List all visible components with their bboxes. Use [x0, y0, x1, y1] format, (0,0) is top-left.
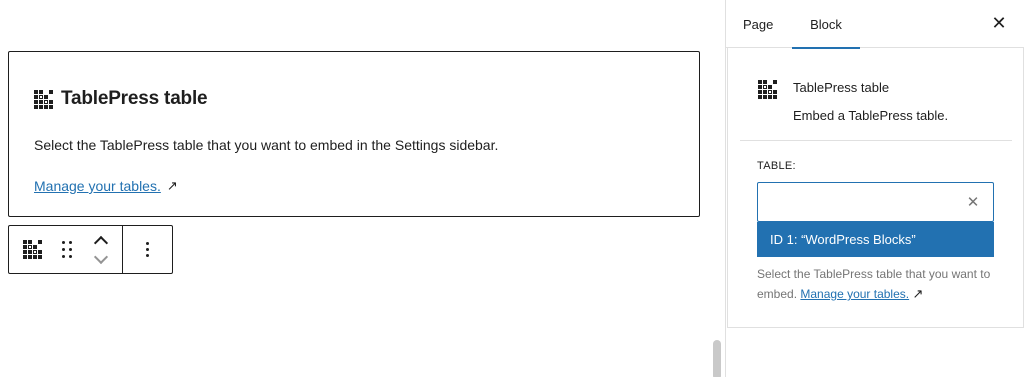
- close-settings-button[interactable]: ✕: [989, 13, 1009, 33]
- tablepress-icon: [758, 80, 777, 128]
- external-link-icon: ↗: [166, 178, 178, 193]
- sidebar-tabs: Page Block ✕: [726, 0, 1024, 49]
- editor-scrollbar-thumb[interactable]: [713, 340, 721, 377]
- clear-selection-button[interactable]: ✕: [963, 192, 983, 212]
- editor-scrollbar-track[interactable]: [710, 0, 725, 377]
- tablepress-block[interactable]: TablePress table Select the TablePress t…: [8, 51, 700, 217]
- manage-tables-link[interactable]: Manage your tables.: [800, 287, 909, 301]
- settings-sidebar: Page Block ✕ TablePress table Embed a Ta…: [725, 0, 1024, 377]
- block-settings-panel: TablePress table Embed a TablePress tabl…: [727, 48, 1024, 328]
- panel-divider: [740, 140, 1012, 141]
- tablepress-icon: [22, 240, 42, 259]
- chevron-down-icon: [93, 249, 109, 264]
- chevron-up-icon: [93, 235, 109, 250]
- editor-screen: TablePress table Select the TablePress t…: [0, 0, 1024, 377]
- table-combobox: ✕: [757, 182, 994, 222]
- block-card-title: TablePress table: [793, 80, 890, 95]
- close-icon: ✕: [966, 194, 980, 211]
- table-suggestion-option[interactable]: ID 1: “WordPress Blocks”: [757, 222, 994, 257]
- table-field-label: TABLE:: [757, 160, 796, 172]
- external-link-icon: ↗: [912, 286, 924, 301]
- block-toolbar-left-group: [9, 226, 123, 273]
- block-card-description: Embed a TablePress table.: [793, 108, 949, 123]
- editor-canvas: TablePress table Select the TablePress t…: [0, 0, 710, 377]
- close-icon: ✕: [991, 12, 1007, 33]
- block-title: TablePress table: [61, 88, 208, 109]
- table-search-input[interactable]: [758, 183, 958, 221]
- move-up-button[interactable]: [93, 234, 109, 250]
- tab-block[interactable]: Block: [792, 0, 860, 49]
- block-card: TablePress table Embed a TablePress tabl…: [758, 76, 948, 128]
- block-toolbar: [8, 225, 173, 274]
- block-manage-row: Manage your tables. ↗: [34, 178, 178, 194]
- options-button[interactable]: [123, 226, 172, 273]
- block-movers: [87, 226, 115, 273]
- drag-handle[interactable]: [47, 226, 87, 273]
- drag-handle-icon: [62, 241, 72, 258]
- table-help-text: Select the TablePress table that you wan…: [757, 264, 997, 304]
- move-down-button[interactable]: [93, 249, 109, 266]
- block-description: Select the TablePress table that you wan…: [34, 137, 499, 153]
- block-placeholder-header: TablePress table: [34, 88, 208, 110]
- more-vertical-icon: [146, 242, 149, 257]
- block-type-button[interactable]: [9, 226, 47, 273]
- tab-page[interactable]: Page: [743, 0, 773, 48]
- manage-tables-link[interactable]: Manage your tables.: [34, 178, 161, 194]
- tablepress-icon: [34, 89, 53, 109]
- block-card-content: TablePress table Embed a TablePress tabl…: [793, 76, 948, 128]
